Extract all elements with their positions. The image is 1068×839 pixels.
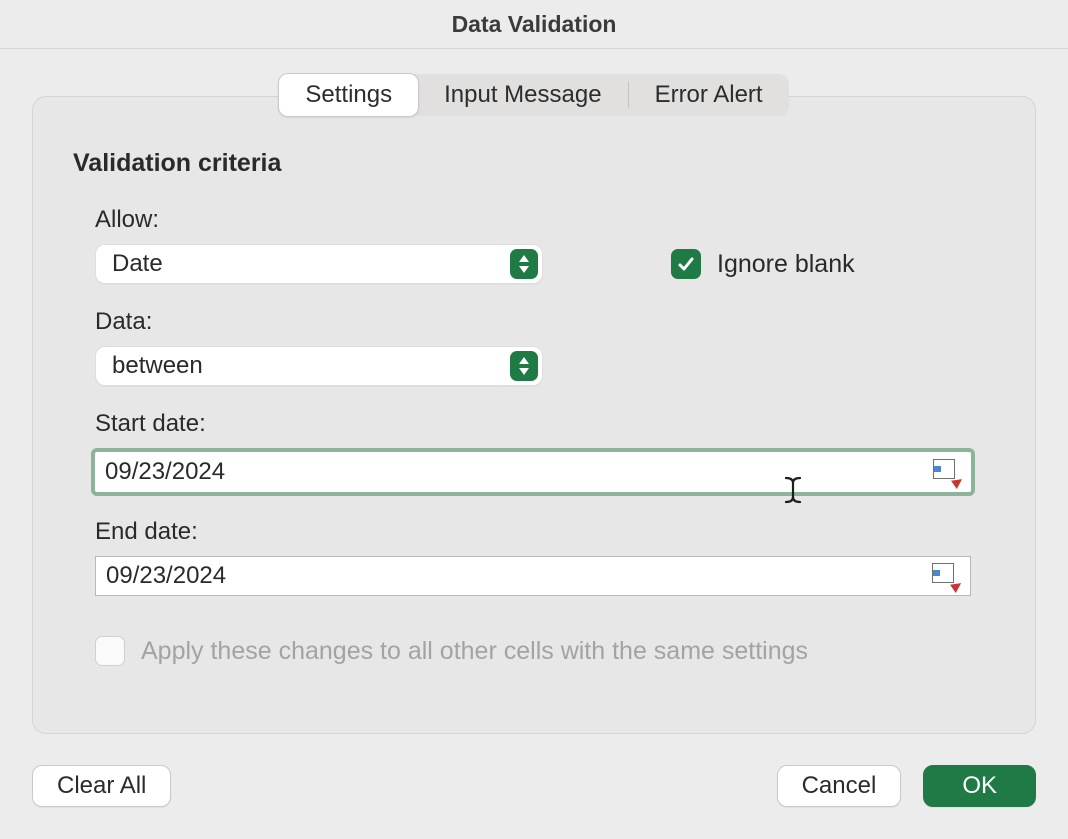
tab-label: Input Message xyxy=(444,81,601,109)
ignore-blank-checkbox-wrap[interactable]: Ignore blank xyxy=(671,249,855,279)
ignore-blank-checkbox[interactable] xyxy=(671,249,701,279)
data-label: Data: xyxy=(95,308,995,336)
start-date-value: 09/23/2024 xyxy=(105,458,933,486)
tabs: Settings Input Message Error Alert xyxy=(279,74,788,116)
cancel-button[interactable]: Cancel xyxy=(777,765,902,807)
updown-arrows-icon xyxy=(510,249,538,279)
check-icon xyxy=(676,254,696,274)
tab-strip: Settings Input Message Error Alert xyxy=(0,74,1068,116)
ok-button[interactable]: OK xyxy=(923,765,1036,807)
dialog-title: Data Validation xyxy=(452,11,617,38)
data-value: between xyxy=(112,352,510,380)
tab-label: Error Alert xyxy=(655,81,763,109)
updown-arrows-icon xyxy=(510,351,538,381)
ignore-blank-label: Ignore blank xyxy=(717,250,855,279)
tab-error-alert[interactable]: Error Alert xyxy=(629,74,789,116)
tab-settings[interactable]: Settings xyxy=(278,73,419,117)
allow-value: Date xyxy=(112,250,510,278)
end-date-value: 09/23/2024 xyxy=(106,562,932,590)
start-date-label: Start date: xyxy=(95,410,995,438)
tab-input-message[interactable]: Input Message xyxy=(418,74,627,116)
end-date-input[interactable]: 09/23/2024 xyxy=(95,556,971,596)
button-label: OK xyxy=(962,772,997,800)
data-combobox[interactable]: between xyxy=(95,346,543,386)
start-date-input[interactable]: 09/23/2024 xyxy=(91,448,975,496)
form-area: Allow: Date Ignore blank Data: xyxy=(73,206,995,666)
button-label: Cancel xyxy=(802,772,877,800)
end-date-label: End date: xyxy=(95,518,995,546)
section-title: Validation criteria xyxy=(73,149,995,178)
settings-panel: Validation criteria Allow: Date Ignore b… xyxy=(32,96,1036,734)
range-picker-icon[interactable] xyxy=(932,563,960,589)
apply-to-all-label: Apply these changes to all other cells w… xyxy=(141,637,808,666)
clear-all-button[interactable]: Clear All xyxy=(32,765,171,807)
range-picker-icon[interactable] xyxy=(933,459,961,485)
apply-to-all-row[interactable]: Apply these changes to all other cells w… xyxy=(95,636,995,666)
tab-label: Settings xyxy=(305,81,392,109)
dialog-title-bar: Data Validation xyxy=(0,0,1068,49)
button-label: Clear All xyxy=(57,772,146,800)
button-bar: Clear All Cancel OK xyxy=(32,765,1036,807)
allow-combobox[interactable]: Date xyxy=(95,244,543,284)
apply-to-all-checkbox[interactable] xyxy=(95,636,125,666)
allow-label: Allow: xyxy=(95,206,995,234)
